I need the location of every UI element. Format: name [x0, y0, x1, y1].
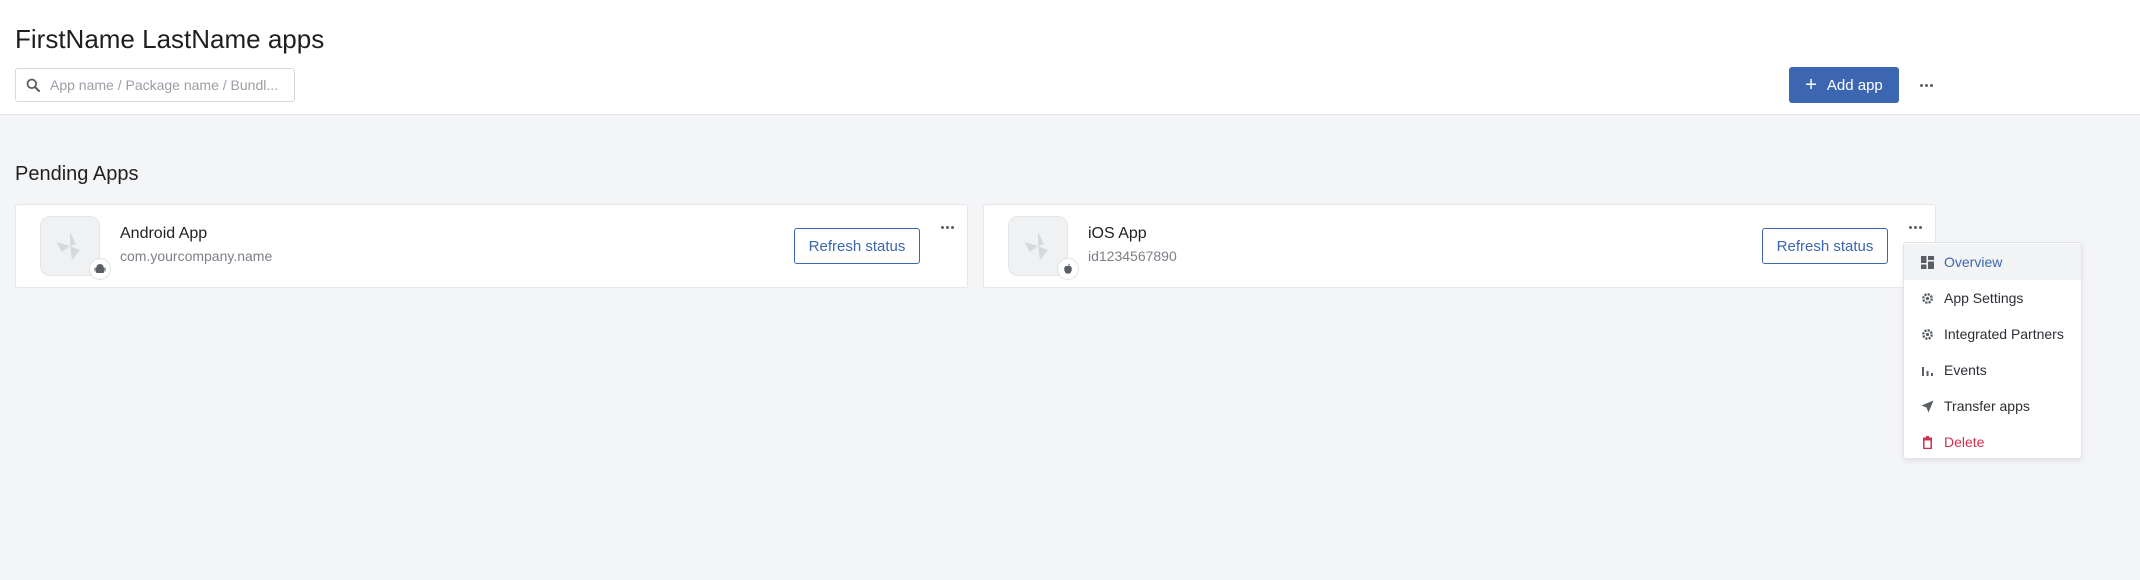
add-app-button[interactable]: + Add app — [1789, 67, 1899, 103]
app-card-android: Android App com.yourcompany.name Refresh… — [15, 204, 968, 288]
section-title: Pending Apps — [15, 163, 139, 185]
refresh-status-button[interactable]: Refresh status — [1762, 228, 1888, 264]
add-app-label: Add app — [1826, 76, 1883, 94]
dashboard-icon — [1920, 255, 1934, 269]
menu-item-transfer-apps[interactable]: Transfer apps — [1904, 388, 2081, 424]
app-name: Android App — [120, 225, 208, 242]
more-horizontal-icon[interactable] — [1905, 219, 1925, 235]
gear-icon — [1920, 327, 1934, 341]
gear-icon — [1920, 291, 1934, 305]
menu-item-label: Transfer apps — [1944, 398, 2030, 414]
bar-chart-icon — [1920, 363, 1934, 377]
menu-item-label: Integrated Partners — [1944, 326, 2064, 342]
more-horizontal-icon[interactable] — [1915, 72, 1937, 98]
app-name: iOS App — [1088, 225, 1147, 242]
app-store-id: id1234567890 — [1088, 248, 1177, 264]
menu-item-label: Events — [1944, 362, 1987, 378]
app-package-name: com.yourcompany.name — [120, 248, 273, 264]
menu-item-events[interactable]: Events — [1904, 352, 2081, 388]
trash-icon — [1920, 435, 1934, 449]
search-input[interactable] — [50, 77, 286, 93]
menu-item-label: Overview — [1944, 254, 2003, 270]
search-box[interactable] — [15, 68, 295, 102]
plus-icon: + — [1805, 74, 1817, 96]
menu-item-label: App Settings — [1944, 290, 2024, 306]
page-title: FirstName LastName apps — [15, 24, 325, 54]
search-icon — [16, 68, 50, 102]
page-header: FirstName LastName apps + Add app — [0, 0, 2140, 115]
more-horizontal-icon[interactable] — [937, 219, 957, 235]
refresh-status-button[interactable]: Refresh status — [794, 228, 920, 264]
apple-icon — [1057, 258, 1079, 280]
menu-item-integrated-partners[interactable]: Integrated Partners — [1904, 316, 2081, 352]
menu-item-app-settings[interactable]: App Settings — [1904, 280, 2081, 316]
send-icon — [1920, 399, 1934, 413]
menu-item-overview[interactable]: Overview — [1904, 244, 2081, 280]
menu-item-label: Delete — [1944, 434, 1985, 450]
app-card-ios: iOS App id1234567890 Refresh status — [983, 204, 1936, 288]
android-icon — [89, 258, 111, 280]
menu-item-delete[interactable]: Delete — [1904, 424, 2081, 460]
app-context-menu: Overview App Settings Integrated Partner… — [1903, 242, 2082, 459]
